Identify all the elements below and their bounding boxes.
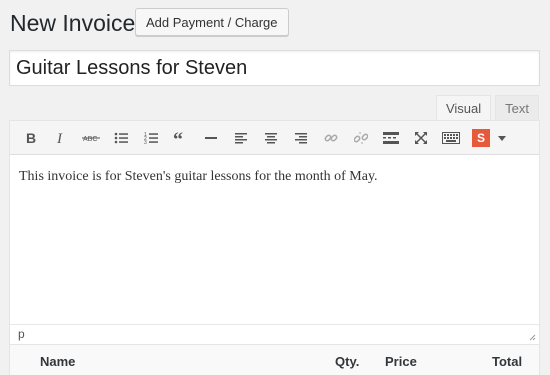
horizontal-rule-icon[interactable]: [197, 124, 225, 152]
unlink-icon[interactable]: [347, 124, 375, 152]
svg-text:ABC: ABC: [83, 136, 97, 143]
svg-text:“: “: [173, 131, 183, 145]
editor-content[interactable]: This invoice is for Steven's guitar less…: [10, 155, 539, 313]
italic-icon[interactable]: I: [47, 124, 75, 152]
bold-icon[interactable]: B: [17, 124, 45, 152]
svg-text:3: 3: [144, 140, 147, 145]
link-icon[interactable]: [317, 124, 345, 152]
resize-handle-icon[interactable]: [528, 333, 536, 341]
align-left-icon[interactable]: [227, 124, 255, 152]
column-header-name: Name: [40, 354, 76, 369]
tab-visual[interactable]: Visual: [435, 95, 492, 121]
bullet-list-icon[interactable]: [107, 124, 135, 152]
editor-statusbar: p: [10, 324, 539, 344]
strikethrough-icon[interactable]: ABC: [77, 124, 105, 152]
tab-text[interactable]: Text: [495, 95, 539, 121]
column-header-qty: Qty.: [335, 354, 360, 369]
s-plugin-icon[interactable]: S: [471, 124, 491, 152]
page-title: New Invoice: [10, 10, 136, 36]
read-more-icon[interactable]: [377, 124, 405, 152]
dropdown-arrow-icon[interactable]: [495, 124, 509, 152]
fullscreen-icon[interactable]: [407, 124, 435, 152]
element-path[interactable]: p: [18, 327, 25, 341]
numbered-list-icon[interactable]: 123: [137, 124, 165, 152]
svg-text:B: B: [26, 131, 36, 145]
editor: B I ABC 123 “ S This invoice is for Stev…: [9, 120, 540, 345]
invoice-title-input[interactable]: [9, 50, 540, 86]
column-header-total: Total: [492, 354, 523, 369]
editor-tabs: Visual Text: [435, 95, 539, 121]
blockquote-icon[interactable]: “: [167, 124, 195, 152]
kitchen-sink-icon[interactable]: [437, 124, 465, 152]
svg-text:I: I: [56, 131, 63, 145]
align-right-icon[interactable]: [287, 124, 315, 152]
add-payment-charge-button[interactable]: Add Payment / Charge: [135, 8, 289, 36]
align-center-icon[interactable]: [257, 124, 285, 152]
column-header-price: Price: [385, 354, 417, 369]
editor-toolbar: B I ABC 123 “ S: [10, 121, 539, 155]
